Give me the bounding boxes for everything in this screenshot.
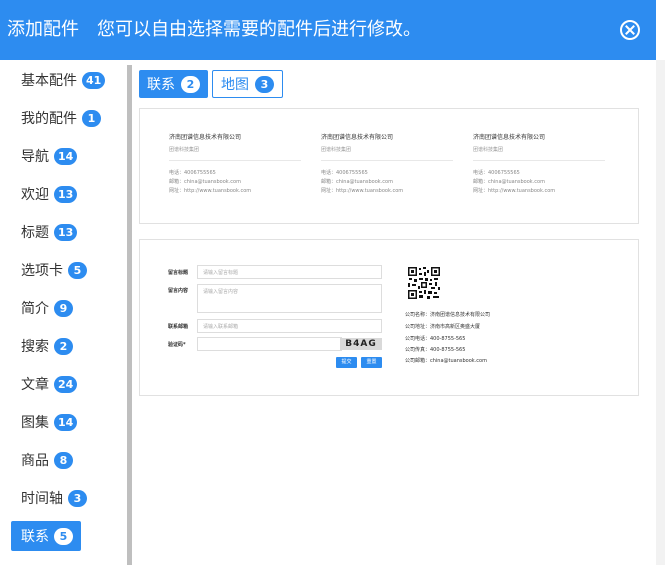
sidebar-item-timeline[interactable]: 时间轴 3 (11, 483, 95, 513)
sidebar-item-mine[interactable]: 我的配件 1 (11, 103, 109, 133)
company-name: 济南团谱信息技术有限公司 (321, 134, 394, 141)
phone-line: 电话：4006755565 (473, 170, 520, 176)
info-address: 公司地址：济南市高新区奥盛大厦 (405, 324, 481, 330)
sidebar-item-basic[interactable]: 基本配件 41 (11, 65, 113, 95)
sidebar-item-label: 图集 (21, 415, 49, 431)
phone-line: 电话：4006755565 (321, 170, 368, 176)
title-input[interactable]: 请输入留言标题 (197, 265, 382, 279)
info-fax: 公司传真：400-8755-565 (405, 347, 466, 353)
close-icon[interactable] (620, 20, 640, 40)
sidebar-item-nav[interactable]: 导航 14 (11, 141, 85, 171)
sidebar-item-product[interactable]: 商品 8 (11, 445, 81, 475)
tab-label: 地图 (221, 77, 249, 93)
dialog-subtitle: 您可以自由选择需要的配件后进行修改。 (97, 19, 421, 40)
company-name: 济南团谱信息技术有限公司 (169, 134, 242, 141)
sidebar-item-article[interactable]: 文章 24 (11, 369, 85, 399)
group-name: 团谱科技集团 (169, 146, 301, 161)
sidebar-item-label: 选项卡 (21, 263, 63, 279)
count-badge: 5 (54, 527, 73, 545)
tab-contact[interactable]: 联系 2 (139, 70, 208, 98)
contact-column: 济南团谱信息技术有限公司 团谱科技集团 电话：4006755565 邮箱：chi… (169, 133, 301, 196)
contact-column: 济南团谱信息技术有限公司 团谱科技集团 电话：4006755565 邮箱：chi… (473, 133, 605, 196)
email-line: 邮箱：china@tuansbook.com (321, 179, 393, 185)
sidebar-item-label: 文章 (21, 377, 49, 393)
company-name: 济南团谱信息技术有限公司 (473, 134, 546, 141)
sidebar-item-title[interactable]: 标题 13 (11, 217, 85, 247)
captcha-image[interactable]: B4AG (340, 338, 382, 350)
contact-column: 济南团谱信息技术有限公司 团谱科技集团 电话：4006755565 邮箱：chi… (321, 133, 453, 196)
title-label: 留言标题 (168, 269, 189, 276)
reset-button[interactable]: 重置 (361, 357, 382, 368)
form-row-captcha: 验证码* (168, 337, 342, 351)
site-line: 网址：http://www.tuansbook.com (473, 188, 556, 194)
email-line: 邮箱：china@tuansbook.com (473, 179, 545, 185)
info-phone: 公司电话：400-8755-565 (405, 336, 466, 342)
email-input[interactable]: 请输入联系邮箱 (197, 319, 382, 333)
count-badge: 9 (54, 299, 73, 317)
sidebar-item-welcome[interactable]: 欢迎 13 (11, 179, 85, 209)
email-line: 邮箱：china@tuansbook.com (169, 179, 241, 185)
sidebar-item-contact[interactable]: 联系 5 (11, 521, 81, 551)
sidebar-item-label: 简介 (21, 301, 49, 317)
form-row-content: 留言内容 请输入留言内容 (168, 284, 382, 313)
group-name: 团谱科技集团 (321, 146, 453, 161)
content-label: 留言内容 (168, 288, 189, 294)
count-badge: 41 (82, 71, 106, 89)
form-row-title: 留言标题 请输入留言标题 (168, 265, 382, 279)
form-row-email: 联系邮箱 请输入联系邮箱 (168, 319, 382, 333)
site-line: 网址：http://www.tuansbook.com (169, 188, 252, 194)
qr-code-icon (407, 266, 441, 300)
dialog-title: 添加配件 (7, 19, 79, 40)
count-badge: 14 (54, 413, 78, 431)
count-badge: 5 (68, 261, 87, 279)
sidebar-item-label: 商品 (21, 453, 49, 469)
tab-label: 联系 (147, 77, 175, 93)
content-textarea[interactable]: 请输入留言内容 (197, 284, 382, 313)
sidebar-item-label: 我的配件 (21, 111, 77, 127)
sidebar-item-label: 标题 (21, 225, 49, 241)
sidebar-divider (127, 65, 132, 565)
sidebar-item-label: 搜索 (21, 339, 49, 355)
count-badge: 13 (54, 185, 78, 203)
tab-map[interactable]: 地图 3 (212, 70, 283, 98)
count-badge: 3 (255, 75, 274, 93)
captcha-input[interactable] (197, 337, 342, 351)
info-email: 公司邮箱：china@tuansbook.com (405, 358, 487, 364)
email-label: 联系邮箱 (168, 323, 189, 330)
phone-line: 电话：4006755565 (169, 170, 216, 176)
group-name: 团谱科技集团 (473, 146, 605, 161)
dialog-header: 添加配件 您可以自由选择需要的配件后进行修改。 (0, 0, 656, 60)
info-company-name: 公司名称：济南团谱信息技术有限公司 (405, 312, 491, 318)
sidebar-item-search[interactable]: 搜索 2 (11, 331, 81, 361)
sidebar: 基本配件 41 我的配件 1 导航 14 欢迎 13 标题 13 选项卡 5 简介 9 搜索 2… (0, 60, 127, 565)
sidebar-item-label: 导航 (21, 149, 49, 165)
sidebar-item-tabs[interactable]: 选项卡 5 (11, 255, 95, 285)
sidebar-item-intro[interactable]: 简介 9 (11, 293, 81, 323)
scrollbar-track[interactable] (656, 60, 665, 565)
count-badge: 14 (54, 147, 78, 165)
sidebar-item-gallery[interactable]: 图集 14 (11, 407, 85, 437)
count-badge: 8 (54, 451, 73, 469)
submit-button[interactable]: 提交 (336, 357, 357, 368)
sidebar-item-label: 欢迎 (21, 187, 49, 203)
count-badge: 24 (54, 375, 78, 393)
count-badge: 2 (181, 75, 200, 93)
count-badge: 3 (68, 489, 87, 507)
count-badge: 13 (54, 223, 78, 241)
captcha-label: 验证码* (168, 341, 186, 348)
site-line: 网址：http://www.tuansbook.com (321, 188, 404, 194)
component-preview-contact-columns[interactable]: 济南团谱信息技术有限公司 团谱科技集团 电话：4006755565 邮箱：chi… (139, 108, 639, 224)
count-badge: 1 (82, 109, 101, 127)
sidebar-item-label: 时间轴 (21, 491, 63, 507)
sidebar-item-label: 基本配件 (21, 73, 77, 89)
count-badge: 2 (54, 337, 73, 355)
component-preview-contact-form[interactable]: 留言标题 请输入留言标题 留言内容 请输入留言内容 联系邮箱 请输入联系邮箱 验… (139, 239, 639, 396)
sidebar-item-label: 联系 (21, 529, 49, 545)
